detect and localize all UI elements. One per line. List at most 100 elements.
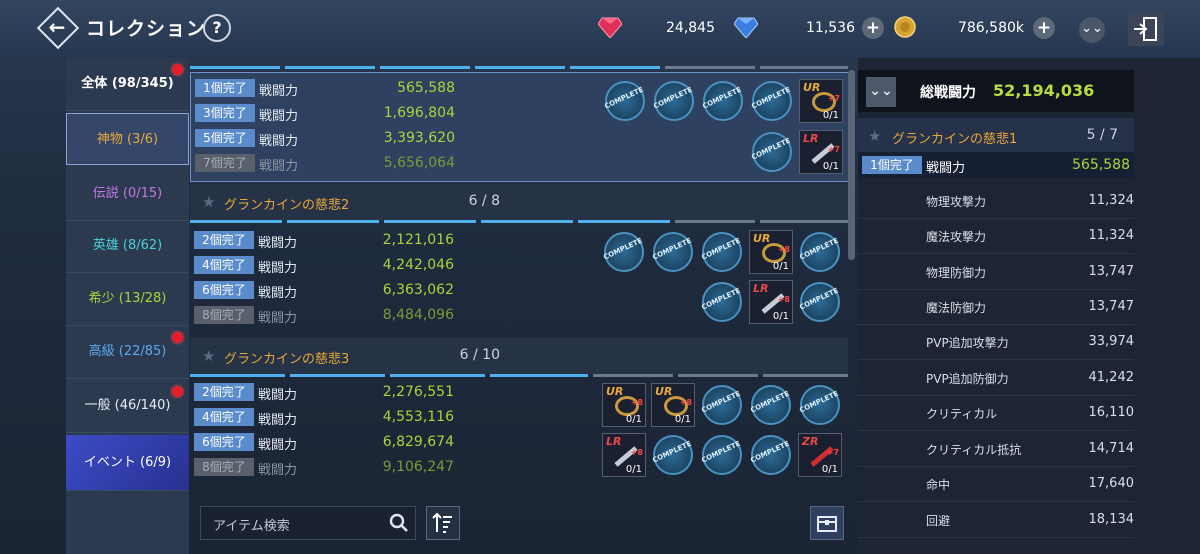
help-button[interactable]: ? [203,14,231,42]
collection-group-2[interactable]: 2個完了 戦闘力 2,121,016 4個完了 戦闘力 4,242,046 6個… [190,226,850,336]
completion-badge: 7個完了 [195,154,255,172]
exit-door-icon[interactable] [1128,12,1164,46]
stat-label: 戦闘力 [258,463,298,478]
expand-chevron-icon[interactable]: ⌄⌄ [866,77,896,107]
stat-label: 戦闘力 [258,286,298,301]
complete-stamp-icon[interactable]: COMPLETE [701,79,745,123]
progress-segment [287,220,379,223]
completion-badge: 1個完了 [195,79,255,97]
progress-segment [678,374,758,377]
sidebar-item-label: 一般 (46/140) [84,398,171,413]
sidebar-item-all[interactable]: 全体 (98/345) [66,58,189,111]
stat-label: 戦闘力 [258,388,298,403]
collection-group-3[interactable]: 2個完了 戦闘力 2,276,551 4個完了 戦闘力 4,553,116 6個… [190,378,850,490]
weapon-item-icon[interactable]: LR +8 0/1 [602,433,646,477]
sidebar-item-label: 全体 (98/345) [81,76,174,91]
sidebar-item-label: 伝説 (0/15) [92,186,163,201]
stat-row: クリティカル 16,110 [858,395,1134,431]
collapse-chevron-icon[interactable]: ⌄⌄ [1079,17,1105,43]
stat-row: 魔法防御力 13,747 [858,289,1134,325]
ring-item-icon[interactable]: UR +8 0/1 [602,383,646,427]
complete-stamp-icon[interactable]: COMPLETE [700,280,744,324]
completion-badge: 4個完了 [194,408,254,426]
stat-label: 戦闘力 [258,261,298,276]
weapon-item-icon[interactable]: LR +8 0/1 [749,280,793,324]
reward-row: 4個完了 戦闘力 4,553,116 [190,405,590,430]
reward-row: 8個完了 戦闘力 9,106,247 [190,455,590,480]
sidebar-item-common[interactable]: 一般 (46/140) [66,380,189,433]
complete-stamp-icon[interactable]: COMPLETE [700,230,744,274]
stat-value: 2,276,551 [382,384,454,400]
completion-badge: 3個完了 [195,104,255,122]
progress-segment [190,66,280,69]
complete-stamp-icon[interactable]: COMPLETE [749,383,793,427]
stat-row: 物理防御力 13,747 [858,254,1134,290]
complete-stamp-icon[interactable]: COMPLETE [651,230,695,274]
sort-icon [432,512,452,533]
treasure-chest-button[interactable] [810,506,844,540]
ring-item-icon[interactable]: UR +8 0/1 [749,230,793,274]
stat-label: 戦闘力 [258,236,298,251]
complete-stamp-icon[interactable]: COMPLETE [750,79,794,123]
selected-reward-row: 1個完了 戦闘力 565,588 [858,152,1134,178]
sidebar-item-legend[interactable]: 伝説 (0/15) [66,168,189,221]
progress-segment [190,374,285,377]
back-arrow-icon: ← [48,15,66,39]
blue-gem-count: 11,536 [806,20,855,36]
stat-label: 戦闘力 [259,84,299,99]
complete-stamp-icon[interactable]: COMPLETE [749,433,793,477]
star-icon: ★ [202,193,216,211]
stat-value: 3,393,620 [383,130,455,146]
weapon-item-icon[interactable]: LR +7 0/1 [799,130,843,174]
sort-button[interactable] [426,506,460,540]
complete-stamp-icon[interactable]: COMPLETE [798,383,842,427]
back-button[interactable]: ← [36,6,80,50]
stat-row: 回避 18,134 [858,502,1134,538]
collection-list[interactable]: 1個完了 戦闘力 565,588 3個完了 戦闘力 1,696,804 5個完了… [190,64,856,490]
complete-stamp-icon[interactable]: COMPLETE [798,280,842,324]
collection-group-1[interactable]: 1個完了 戦闘力 565,588 3個完了 戦闘力 1,696,804 5個完了… [190,72,850,182]
ring-item-icon[interactable]: UR +7 0/1 [799,79,843,123]
search-icon[interactable] [389,513,409,533]
add-blue-gem-button[interactable]: + [862,17,884,39]
complete-stamp-icon[interactable]: COMPLETE [750,130,794,174]
stat-row: 魔法攻撃力 11,324 [858,218,1134,254]
sidebar-item-hero[interactable]: 英雄 (8/62) [66,220,189,273]
complete-stamp-icon[interactable]: COMPLETE [700,433,744,477]
list-scrollbar[interactable] [848,70,855,260]
reward-row: 1個完了 戦闘力 565,588 [191,76,591,101]
complete-stamp-icon[interactable]: COMPLETE [602,230,646,274]
sidebar-item-event[interactable]: イベント (6/9) [66,435,189,491]
add-gold-button[interactable]: + [1033,17,1055,39]
progress-segment [384,220,476,223]
reward-row: 6個完了 戦闘力 6,363,062 [190,278,590,303]
progress-segment [285,66,375,69]
item-search-field[interactable]: アイテム検索 [200,506,416,540]
complete-stamp-icon[interactable]: COMPLETE [700,383,744,427]
chest-icon [817,516,837,532]
complete-stamp-icon[interactable]: COMPLETE [798,230,842,274]
progress-segment [380,66,470,69]
sidebar-item-divine[interactable]: 神物 (3/6) [66,113,189,165]
progress-segment [675,220,755,223]
sidebar-item-advanced[interactable]: 高級 (22/85) [66,326,189,379]
notification-dot [172,386,183,397]
completion-badge: 8個完了 [194,306,254,324]
collection-group-header[interactable]: ★ グランカインの慈悲3 6 / 10 [190,338,848,374]
red-gem-count: 24,845 [666,20,715,36]
staff-item-icon[interactable]: ZR +7 0/1 [798,433,842,477]
notification-dot [172,332,183,343]
sidebar-item-rare[interactable]: 希少 (13/28) [66,273,189,326]
stat-value: 8,484,096 [382,307,454,323]
complete-stamp-icon[interactable]: COMPLETE [603,79,647,123]
completion-badge: 6個完了 [194,281,254,299]
complete-stamp-icon[interactable]: COMPLETE [651,433,695,477]
progress-segment [570,66,660,69]
complete-stamp-icon[interactable]: COMPLETE [652,79,696,123]
sidebar-item-label: 神物 (3/6) [96,132,159,147]
stats-panel: ⌄⌄ 総戦闘力 52,194,036 ★ グランカインの慈悲1 5 / 7 1個… [858,58,1200,554]
gold-coin-count: 786,580k [957,20,1024,36]
collection-group-header[interactable]: ★ グランカインの慈悲2 6 / 8 [190,184,848,220]
notification-dot [172,64,183,75]
ring-item-icon[interactable]: UR +8 0/1 [651,383,695,427]
